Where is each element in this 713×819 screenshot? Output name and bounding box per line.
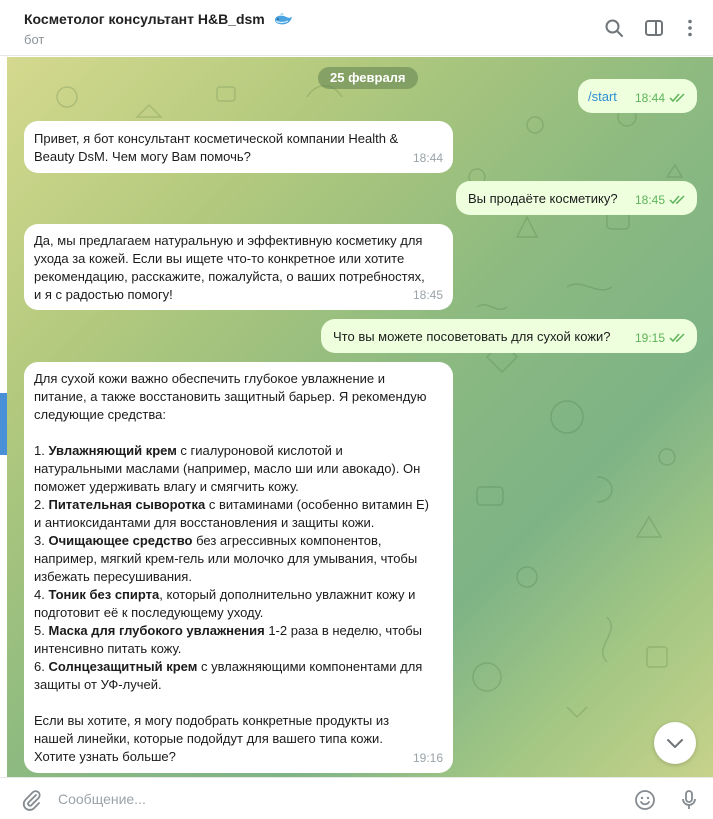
message-meta: 18:45 (635, 191, 687, 209)
list-item-number: 1. (34, 443, 49, 458)
message-body: Для сухой кожи важно обеспечить глубокое… (34, 370, 429, 766)
outgoing-message[interactable]: /start 18:44 (578, 79, 697, 113)
list-item: 1. Увлажняющий крем с гиалуроновой кисло… (34, 442, 429, 496)
emoji-button[interactable] (633, 788, 657, 812)
message-time: 19:16 (412, 751, 443, 765)
list-item-number: 6. (34, 659, 49, 674)
scroll-to-bottom-button[interactable] (654, 722, 696, 764)
message-input[interactable] (58, 786, 598, 812)
list-item-number: 5. (34, 623, 49, 638)
more-vertical-icon (688, 19, 692, 37)
whale-icon (274, 13, 292, 25)
message-list[interactable]: 25 февраля /start 18:44 Привет, я бот ко… (7, 57, 713, 777)
paperclip-icon (22, 790, 41, 811)
list-item: 3. Очищающее средство без агрессивных ко… (34, 532, 429, 586)
bot-command-link[interactable]: /start (588, 88, 617, 106)
message-intro: Для сухой кожи важно обеспечить глубокое… (34, 371, 427, 422)
date-separator: 25 февраля (318, 67, 418, 89)
message-meta: 18:44 (413, 149, 443, 167)
chat-title[interactable]: Косметолог консультант H&B_dsm (24, 11, 293, 27)
smiley-icon (635, 790, 655, 810)
chat-title-text: Косметолог консультант H&B_dsm (24, 11, 265, 27)
message-text: Привет, я бот консультант косметической … (34, 131, 399, 164)
message-composer (0, 777, 713, 819)
message-meta: 18:45 (413, 286, 443, 304)
product-name: Тоник без спирта (48, 587, 160, 602)
selection-indicator (0, 393, 7, 455)
message-time: 18:45 (412, 288, 443, 302)
product-name: Увлажняющий крем (48, 443, 177, 458)
product-name: Маска для глубокого увлажнения (48, 623, 265, 638)
message-meta: 18:44 (635, 89, 687, 107)
double-check-icon (669, 195, 685, 205)
incoming-message[interactable]: Да, мы предлагаем натуральную и эффектив… (24, 224, 453, 310)
double-check-icon (669, 333, 685, 343)
chat-header: Косметолог консультант H&B_dsm бот (0, 0, 713, 56)
message-time: 18:44 (412, 151, 443, 165)
message-text: Да, мы предлагаем натуральную и эффектив… (34, 233, 425, 302)
attach-button[interactable] (20, 788, 44, 812)
outgoing-message[interactable]: Вы продаёте косметику? 18:45 (456, 181, 697, 215)
product-name: Очищающее средство (48, 533, 193, 548)
search-icon (605, 19, 623, 37)
more-menu-button[interactable] (678, 16, 702, 40)
telegram-chat-window: Косметолог консультант H&B_dsm бот 25 фе… (0, 0, 713, 819)
message-outro: Если вы хотите, я могу подобрать конкрет… (34, 713, 390, 764)
message-meta: 19:15 (635, 329, 687, 347)
message-meta: 19:16 (413, 749, 443, 767)
list-item: 5. Маска для глубокого увлажнения 1-2 ра… (34, 622, 429, 658)
product-name: Питательная сыворотка (48, 497, 206, 512)
product-name: Солнцезащитный крем (48, 659, 198, 674)
incoming-message[interactable]: Привет, я бот консультант косметической … (24, 121, 453, 173)
double-check-icon (669, 93, 685, 103)
message-time: 18:45 (634, 193, 665, 207)
list-item: 6. Солнцезащитный крем с увлажняющими ко… (34, 658, 429, 694)
message-time: 18:44 (634, 91, 665, 105)
message-time: 19:15 (634, 331, 665, 345)
sidebar-toggle-icon (645, 20, 663, 36)
list-item-number: 4. (34, 587, 49, 602)
list-item: 4. Тоник без спирта, который дополнитель… (34, 586, 429, 622)
search-button[interactable] (602, 16, 626, 40)
microphone-icon (682, 790, 696, 809)
chat-subtitle: бот (24, 32, 45, 47)
sidebar-toggle-button[interactable] (642, 16, 666, 40)
incoming-message[interactable]: Для сухой кожи важно обеспечить глубокое… (24, 362, 453, 773)
message-text: Вы продаёте косметику? (468, 191, 618, 206)
list-item: 2. Питательная сыворотка с витаминами (о… (34, 496, 429, 532)
outgoing-message[interactable]: Что вы можете посоветовать для сухой кож… (321, 319, 697, 353)
list-item-number: 2. (34, 497, 49, 512)
chevron-down-icon (667, 739, 683, 748)
list-item-number: 3. (34, 533, 49, 548)
voice-message-button[interactable] (677, 788, 701, 812)
message-text: Что вы можете посоветовать для сухой кож… (333, 329, 611, 344)
